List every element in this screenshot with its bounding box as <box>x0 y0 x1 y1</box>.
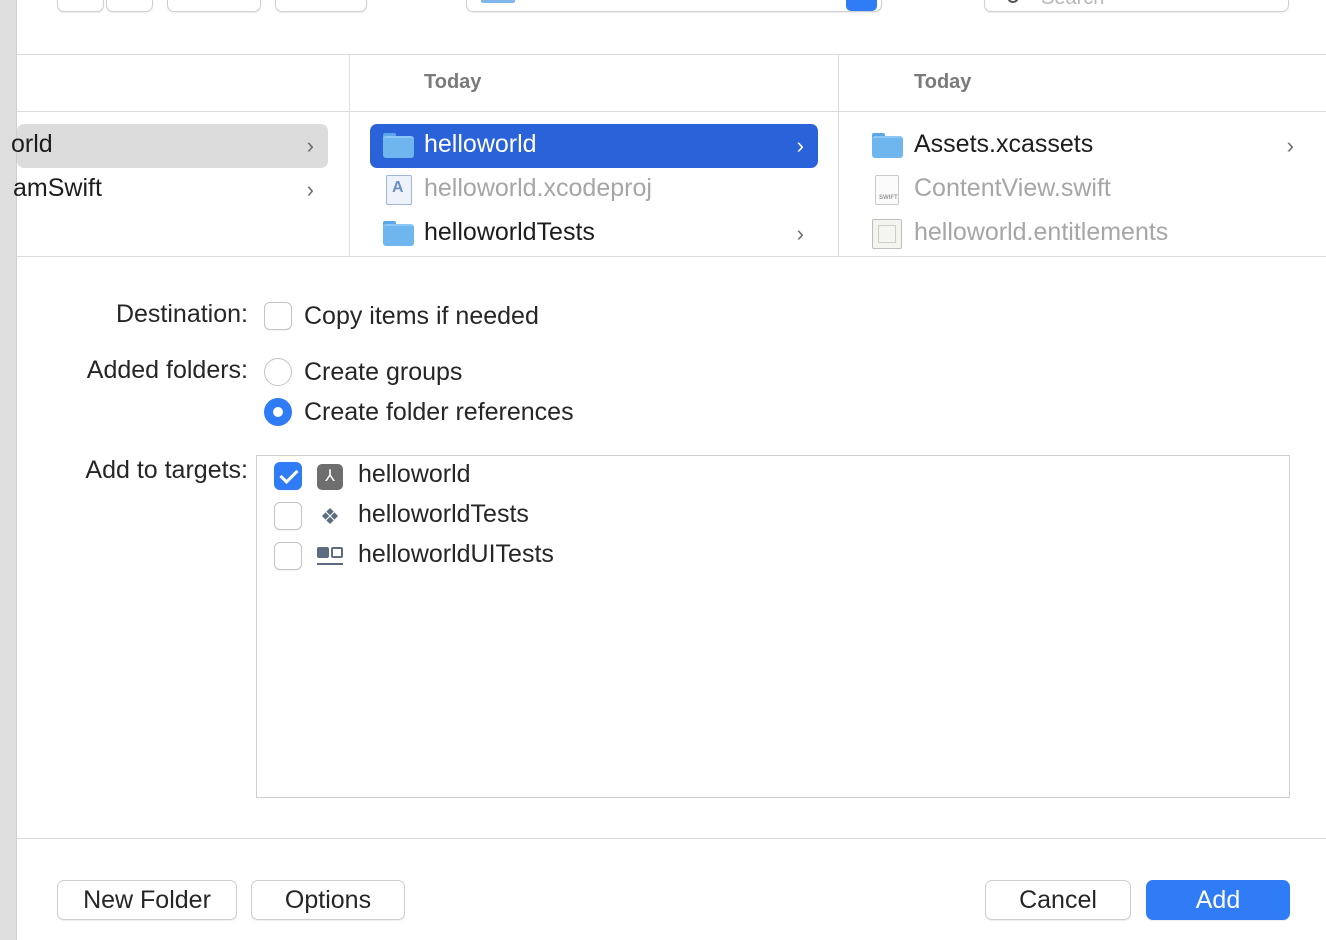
copy-items-checkbox[interactable] <box>264 302 292 330</box>
target-row[interactable]: ⅄ helloworld <box>257 456 1289 496</box>
browser-divider <box>17 256 1326 257</box>
popup-chevron-icon <box>846 0 877 11</box>
options-button[interactable]: Options <box>251 880 405 920</box>
unit-test-target-icon: ❖ <box>320 504 340 529</box>
file-browser[interactable]: Today Today orld › amSwift › helloworld … <box>11 55 1326 257</box>
new-folder-button[interactable]: New Folder <box>57 880 237 920</box>
cancel-button[interactable]: Cancel <box>985 880 1131 920</box>
add-to-targets-label: Add to targets: <box>85 456 248 484</box>
destination-label: Destination: <box>115 300 248 328</box>
create-groups-label[interactable]: Create groups <box>304 358 462 387</box>
item-label: ContentView.swift <box>914 174 1111 202</box>
browser-item[interactable]: helloworld.entitlements <box>860 212 1308 256</box>
swift-file-icon: SWIFT <box>875 175 899 205</box>
copy-items-label[interactable]: Copy items if needed <box>304 302 539 331</box>
browser-item[interactable]: SWIFT ContentView.swift <box>860 168 1308 212</box>
entitlements-icon <box>872 219 902 249</box>
browser-item[interactable]: amSwift › <box>13 168 328 212</box>
item-label: helloworld.xcodeproj <box>424 174 652 202</box>
target-checkbox[interactable] <box>274 502 302 530</box>
add-button[interactable]: Add <box>1146 880 1290 920</box>
item-label: amSwift <box>13 174 102 202</box>
item-label: helloworld.entitlements <box>914 218 1169 246</box>
added-folders-label: Added folders: <box>86 356 248 384</box>
column-divider <box>838 55 839 257</box>
column-header: Today <box>914 71 972 93</box>
xcodeproj-icon: A <box>386 175 412 205</box>
target-name: helloworld <box>358 460 471 488</box>
chevron-right-icon: › <box>306 177 314 202</box>
folder-icon <box>383 133 414 158</box>
folder-icon <box>872 133 903 158</box>
chevron-right-icon: › <box>796 133 804 158</box>
item-label: helloworld <box>424 130 537 158</box>
item-label: orld <box>11 130 53 158</box>
create-groups-radio[interactable] <box>264 358 292 386</box>
folder-icon <box>481 0 515 3</box>
search-icon <box>1007 0 1019 3</box>
browser-item[interactable]: helloworldTests › <box>370 212 818 256</box>
column-header: Today <box>424 71 482 93</box>
header-divider <box>17 111 1326 112</box>
item-label: helloworldTests <box>424 218 595 246</box>
targets-list[interactable]: ⅄ helloworld ❖ helloworldTests helloworl… <box>256 455 1290 798</box>
group-mode-button[interactable] <box>275 0 367 12</box>
search-placeholder: Search <box>1041 0 1104 10</box>
footer-divider <box>17 838 1326 839</box>
target-row[interactable]: ❖ helloworldTests <box>257 496 1289 536</box>
search-field[interactable]: Search <box>984 0 1289 12</box>
target-checkbox[interactable] <box>274 542 302 570</box>
target-name: helloworldUITests <box>358 540 554 568</box>
forward-button[interactable] <box>106 0 153 12</box>
chevron-right-icon: › <box>1286 133 1294 158</box>
target-checkbox[interactable] <box>274 462 302 490</box>
back-button[interactable] <box>57 0 104 12</box>
target-name: helloworldTests <box>358 500 529 528</box>
browser-item[interactable]: Assets.xcassets › <box>860 124 1308 168</box>
app-target-icon: ⅄ <box>317 464 343 490</box>
chevron-right-icon: › <box>796 221 804 246</box>
folder-icon <box>383 221 414 246</box>
create-folder-references-radio[interactable] <box>264 398 292 426</box>
browser-item[interactable]: helloworld › <box>370 124 818 168</box>
item-label: Assets.xcassets <box>914 130 1094 158</box>
target-row[interactable]: helloworldUITests <box>257 536 1289 576</box>
location-popup[interactable] <box>466 0 882 12</box>
view-mode-button[interactable] <box>167 0 261 12</box>
chevron-right-icon: › <box>306 133 314 158</box>
browser-item[interactable]: A helloworld.xcodeproj <box>370 168 818 212</box>
browser-item[interactable]: orld › <box>11 124 328 168</box>
column-divider <box>349 55 350 257</box>
create-folder-references-label[interactable]: Create folder references <box>304 398 574 427</box>
ui-test-target-icon <box>317 544 343 570</box>
